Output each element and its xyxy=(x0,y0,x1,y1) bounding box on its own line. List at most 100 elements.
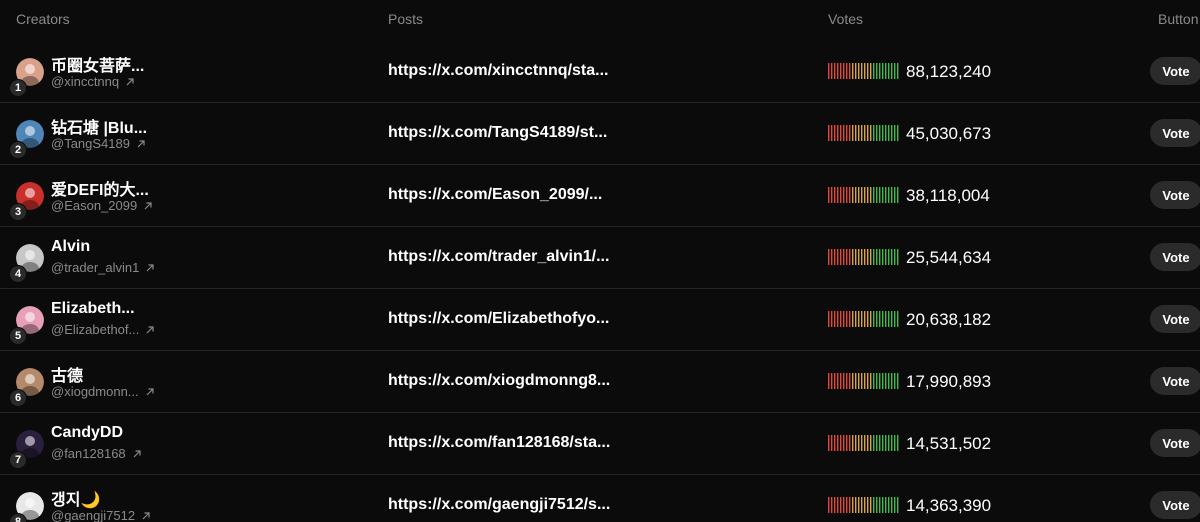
vote-meter-bar xyxy=(834,63,836,79)
vote-meter-bar xyxy=(849,63,851,79)
vote-meter-bar xyxy=(894,125,896,141)
vote-meter-bar xyxy=(864,125,866,141)
vote-meter-icon xyxy=(828,63,899,79)
vote-button[interactable]: Vote xyxy=(1150,429,1200,457)
vote-meter-bar xyxy=(849,187,851,203)
vote-meter-bar xyxy=(855,373,857,389)
vote-meter-icon xyxy=(828,187,899,203)
vote-meter-bar xyxy=(858,435,860,451)
vote-meter-bar xyxy=(849,497,851,513)
external-link-icon[interactable] xyxy=(145,385,155,400)
vote-meter-bar xyxy=(882,435,884,451)
creator-handle-link[interactable]: @Elizabethof... xyxy=(51,322,155,338)
vote-meter-bar xyxy=(840,435,842,451)
vote-button[interactable]: Vote xyxy=(1150,243,1200,271)
vote-meter-bar xyxy=(891,435,893,451)
vote-meter-bar xyxy=(843,249,845,265)
vote-meter-bar xyxy=(867,249,869,265)
vote-meter-bar xyxy=(867,125,869,141)
post-link[interactable]: https://x.com/xincctnnq/sta... xyxy=(388,62,608,80)
vote-button[interactable]: Vote xyxy=(1150,57,1200,85)
vote-meter-bar xyxy=(861,125,863,141)
vote-count: 25,544,634 xyxy=(906,248,992,267)
creator-handle-link[interactable]: @Eason_2099 xyxy=(51,198,153,214)
vote-meter-bar xyxy=(876,435,878,451)
external-link-icon[interactable] xyxy=(132,447,142,462)
vote-meter-bar xyxy=(828,249,830,265)
vote-meter-bar xyxy=(855,125,857,141)
vote-meter-bar xyxy=(843,435,845,451)
creator-handle-link[interactable]: @xincctnnq xyxy=(51,74,135,90)
vote-button[interactable]: Vote xyxy=(1150,491,1200,519)
vote-button[interactable]: Vote xyxy=(1150,305,1200,333)
post-link[interactable]: https://x.com/TangS4189/st... xyxy=(388,124,607,142)
vote-meter-bar xyxy=(843,373,845,389)
creator-name[interactable]: Elizabeth... xyxy=(51,300,135,318)
post-link[interactable]: https://x.com/Elizabethofyo... xyxy=(388,310,609,328)
vote-meter-bar xyxy=(876,125,878,141)
post-link[interactable]: https://x.com/fan128168/sta... xyxy=(388,434,610,452)
post-link[interactable]: https://x.com/gaengji7512/s... xyxy=(388,496,610,514)
vote-meter-icon xyxy=(828,373,899,389)
creator-handle-link[interactable]: @fan128168 xyxy=(51,446,142,462)
table-row: 5 Elizabeth... @Elizabethof... https://x.co… xyxy=(0,289,1200,351)
vote-meter-bar xyxy=(864,249,866,265)
vote-meter-bar xyxy=(843,63,845,79)
vote-meter-bar xyxy=(861,187,863,203)
vote-button[interactable]: Vote xyxy=(1150,181,1200,209)
creator-name[interactable]: 钻石塘 |Blu... xyxy=(51,114,147,138)
external-link-icon[interactable] xyxy=(141,509,151,522)
vote-meter-bar xyxy=(846,435,848,451)
creator-handle: @Eason_2099 xyxy=(51,198,138,213)
creator-handle-link[interactable]: @xiogdmonn... xyxy=(51,384,155,400)
vote-meter-bar xyxy=(879,63,881,79)
vote-meter-bar xyxy=(837,63,839,79)
creator-name[interactable]: 爱DEFI的大... xyxy=(51,176,149,200)
vote-meter-bar xyxy=(864,311,866,327)
creator-name[interactable]: 갱지🌙 xyxy=(51,486,100,510)
vote-count: 14,531,502 xyxy=(906,434,992,453)
post-link[interactable]: https://x.com/xiogdmonng8... xyxy=(388,372,610,390)
table-row: 2 钻石塘 |Blu... @TangS4189 https://x.com/Tang… xyxy=(0,103,1200,165)
vote-meter-bar xyxy=(879,435,881,451)
vote-meter-bar xyxy=(837,125,839,141)
vote-meter-bar xyxy=(873,497,875,513)
vote-meter-bar xyxy=(840,125,842,141)
external-link-icon[interactable] xyxy=(143,199,153,214)
vote-button[interactable]: Vote xyxy=(1150,119,1200,147)
table-body: 1 币圈女菩萨... @xincctnnq https://x.com/xincctn… xyxy=(0,41,1200,522)
creator-handle-link[interactable]: @TangS4189 xyxy=(51,136,146,152)
vote-meter-bar xyxy=(861,63,863,79)
vote-meter-bar xyxy=(882,373,884,389)
post-link[interactable]: https://x.com/trader_alvin1/... xyxy=(388,248,609,266)
external-link-icon[interactable] xyxy=(125,75,135,90)
creator-name[interactable]: Alvin xyxy=(51,238,90,256)
creator-handle-link[interactable]: @trader_alvin1 xyxy=(51,260,155,276)
creator-handle-link[interactable]: @gaengji7512 xyxy=(51,508,151,522)
vote-meter-bar xyxy=(885,125,887,141)
external-link-icon[interactable] xyxy=(145,261,155,276)
vote-meter-bar xyxy=(837,435,839,451)
vote-meter-bar xyxy=(879,187,881,203)
rank-badge: 3 xyxy=(9,203,27,221)
post-link[interactable]: https://x.com/Eason_2099/... xyxy=(388,186,602,204)
external-link-icon[interactable] xyxy=(145,323,155,338)
rank-badge: 2 xyxy=(9,141,27,159)
vote-meter-bar xyxy=(831,497,833,513)
vote-meter-bar xyxy=(855,311,857,327)
vote-meter-bar xyxy=(873,63,875,79)
vote-meter-bar xyxy=(873,187,875,203)
vote-button[interactable]: Vote xyxy=(1150,367,1200,395)
vote-meter-bar xyxy=(870,249,872,265)
creator-name[interactable]: CandyDD xyxy=(51,424,123,442)
rank-badge: 6 xyxy=(9,389,27,407)
creator-name[interactable]: 币圈女菩萨... xyxy=(51,52,144,76)
vote-meter-bar xyxy=(888,373,890,389)
vote-meter-bar xyxy=(864,497,866,513)
vote-meter-bar xyxy=(882,63,884,79)
vote-meter-bar xyxy=(888,311,890,327)
creator-name[interactable]: 古德 xyxy=(51,362,83,386)
external-link-icon[interactable] xyxy=(136,137,146,152)
vote-meter-bar xyxy=(882,497,884,513)
vote-count: 17,990,893 xyxy=(906,372,992,391)
